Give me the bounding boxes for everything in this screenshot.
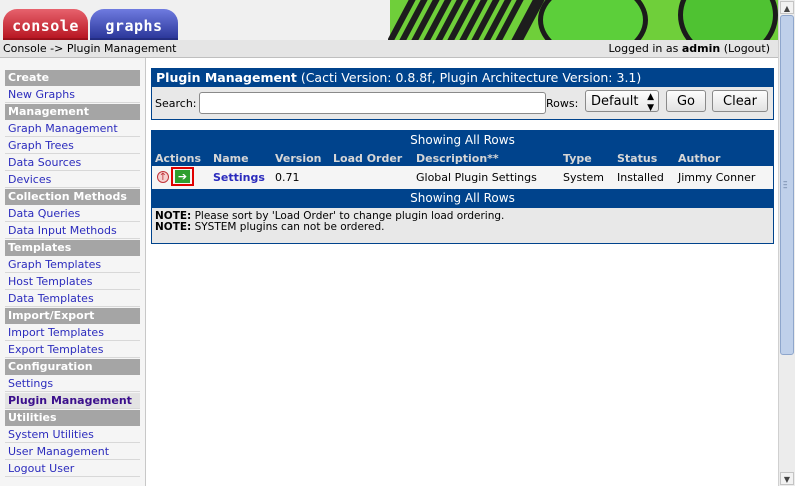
notes-section: NOTE: Please sort by 'Load Order' to cha… <box>152 208 773 236</box>
note-line: NOTE: SYSTEM plugins can not be ordered. <box>155 222 770 233</box>
select-arrows-icon: ▲ ▼ <box>647 92 654 113</box>
tab-console[interactable]: console <box>3 9 88 40</box>
grip-icon: – – – <box>783 177 788 193</box>
sidebar-item-new-graphs[interactable]: New Graphs <box>5 87 140 103</box>
login-username: admin <box>681 42 721 55</box>
login-prefix: Logged in as <box>608 42 679 55</box>
plugin-status: Installed <box>617 171 664 184</box>
breadcrumb-separator: -> <box>50 42 64 55</box>
rows-select-value: Default <box>591 94 639 109</box>
col-load-order[interactable]: Load Order <box>333 152 402 165</box>
col-author[interactable]: Author <box>678 152 720 165</box>
breadcrumb-console-link[interactable]: Console <box>3 42 47 55</box>
scroll-up-icon[interactable]: ▲ <box>780 1 794 14</box>
sidebar: Create New Graphs Management Graph Manag… <box>0 58 146 486</box>
page-title-main: Plugin Management <box>156 70 297 85</box>
filter-row: Search: Rows: Default ▲ ▼ Go Clear <box>152 87 773 119</box>
sidebar-header-collection-methods: Collection Methods <box>5 189 140 205</box>
sidebar-item-host-templates[interactable]: Host Templates <box>5 274 140 290</box>
rows-select[interactable]: Default ▲ ▼ <box>585 90 659 113</box>
plugin-version: 0.71 <box>275 171 300 184</box>
search-label: Search: <box>155 97 197 110</box>
table-row: ↑ ➔ Settings 0.71 Global Plugin Settings… <box>152 166 773 189</box>
col-version[interactable]: Version <box>275 152 322 165</box>
tab-graphs[interactable]: graphs <box>90 9 178 40</box>
breadcrumb-current: Plugin Management <box>66 42 177 55</box>
sidebar-item-system-utilities[interactable]: System Utilities <box>5 427 140 443</box>
scroll-down-icon[interactable]: ▼ <box>780 472 794 485</box>
arrow-right-icon: ➔ <box>175 170 190 183</box>
scrollbar-thumb[interactable]: – – – <box>780 15 794 355</box>
sidebar-item-user-management[interactable]: User Management <box>5 444 140 460</box>
uninstall-icon[interactable]: ↑ <box>157 171 169 183</box>
note-label: NOTE: <box>155 221 192 233</box>
sidebar-item-devices[interactable]: Devices <box>5 172 140 188</box>
note-text: SYSTEM plugins can not be ordered. <box>191 221 385 233</box>
sidebar-item-data-templates[interactable]: Data Templates <box>5 291 140 307</box>
plugin-name-link[interactable]: Settings <box>213 171 265 184</box>
logout-link[interactable]: Logout <box>728 42 766 55</box>
sidebar-item-export-templates[interactable]: Export Templates <box>5 342 140 358</box>
col-actions: Actions <box>155 152 201 165</box>
sidebar-item-graph-templates[interactable]: Graph Templates <box>5 257 140 273</box>
table-nav-bottom: Showing All Rows <box>152 189 773 208</box>
plugin-description: Global Plugin Settings <box>416 171 537 184</box>
sidebar-item-graph-trees[interactable]: Graph Trees <box>5 138 140 154</box>
plugin-type: System <box>563 171 605 184</box>
vertical-scrollbar[interactable]: ▲ – – – ▼ <box>778 0 795 486</box>
plugin-table-panel: Showing All Rows Actions Name Version Lo… <box>151 130 774 244</box>
sidebar-header-management: Management <box>5 104 140 120</box>
logout-paren-close: ) <box>765 42 770 55</box>
sidebar-header-configuration: Configuration <box>5 359 140 375</box>
col-status[interactable]: Status <box>617 152 657 165</box>
disable-button[interactable]: ➔ <box>171 167 194 186</box>
sidebar-item-settings[interactable]: Settings <box>5 376 140 392</box>
col-description[interactable]: Description** <box>416 152 499 165</box>
clear-button[interactable]: Clear <box>712 90 768 112</box>
sidebar-header-utilities: Utilities <box>5 410 140 426</box>
filter-panel: Plugin Management (Cacti Version: 0.8.8f… <box>151 68 774 120</box>
sidebar-item-graph-management[interactable]: Graph Management <box>5 121 140 137</box>
table-header-row: Actions Name Version Load Order Descript… <box>152 150 773 166</box>
search-input[interactable] <box>199 92 546 114</box>
page-title: Plugin Management (Cacti Version: 0.8.8f… <box>152 69 773 87</box>
sidebar-item-data-input-methods[interactable]: Data Input Methods <box>5 223 140 239</box>
sidebar-item-plugin-management[interactable]: Plugin Management <box>5 393 140 409</box>
sidebar-header-import-export: Import/Export <box>5 308 140 324</box>
sidebar-menu: Create New Graphs Management Graph Manag… <box>5 70 140 478</box>
sidebar-item-data-sources[interactable]: Data Sources <box>5 155 140 171</box>
col-name[interactable]: Name <box>213 152 249 165</box>
rows-label: Rows: <box>546 97 579 110</box>
plugin-author: Jimmy Conner <box>678 171 756 184</box>
go-button[interactable]: Go <box>666 90 706 112</box>
breadcrumb-bar: Console -> Plugin Management Logged in a… <box>0 40 778 58</box>
sidebar-item-logout-user[interactable]: Logout User <box>5 461 140 477</box>
sidebar-header-templates: Templates <box>5 240 140 256</box>
top-banner: console graphs <box>0 0 778 40</box>
col-type[interactable]: Type <box>563 152 592 165</box>
breadcrumb: Console -> Plugin Management <box>3 42 177 55</box>
sidebar-header-create: Create <box>5 70 140 86</box>
sidebar-item-data-queries[interactable]: Data Queries <box>5 206 140 222</box>
banner-artwork <box>388 0 778 40</box>
sidebar-item-import-templates[interactable]: Import Templates <box>5 325 140 341</box>
table-nav-top: Showing All Rows <box>152 131 773 150</box>
login-status: Logged in as admin (Logout) <box>608 42 770 55</box>
page-title-version: (Cacti Version: 0.8.8f, Plugin Architect… <box>296 70 642 85</box>
